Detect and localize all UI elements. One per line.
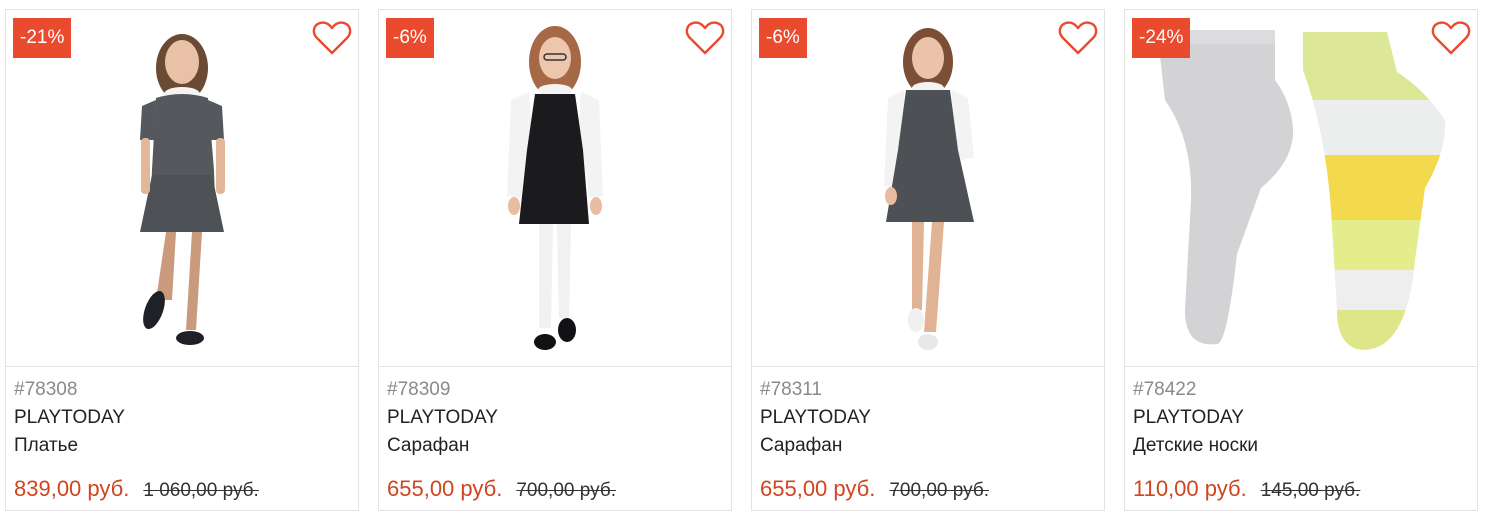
product-image[interactable]: -6% [752,10,1104,367]
discount-badge: -24% [1132,18,1191,58]
price-block: 839,00 руб. 1 060,00 руб. [14,476,259,502]
current-price: 655,00 руб. [760,476,876,501]
product-card[interactable]: -6% #78309 PLAYTODAY Сарафан 655,00 руб.… [378,9,732,511]
discount-badge: -21% [13,18,72,58]
old-price: 700,00 руб. [889,480,989,501]
girl-in-black-sarafan-photo [507,26,603,350]
heart-outline-icon[interactable] [312,20,352,56]
product-grid: -21% #78308 PLAYTODAY Платье 839,00 руб.… [0,0,1506,514]
product-title[interactable]: Платье [14,432,350,460]
discount-badge: -6% [759,18,807,58]
product-image[interactable]: -24% [1125,10,1477,367]
heart-outline-icon[interactable] [1058,20,1098,56]
product-title[interactable]: Сарафан [760,432,1096,460]
current-price: 839,00 руб. [14,476,130,501]
price-block: 110,00 руб. 145,00 руб. [1133,476,1360,502]
price-block: 655,00 руб. 700,00 руб. [387,476,616,502]
old-price: 145,00 руб. [1260,480,1361,501]
product-brand: PLAYTODAY [760,407,871,428]
product-info: #78309 PLAYTODAY Сарафан [387,376,723,460]
product-info: #78311 PLAYTODAY Сарафан [760,376,1096,460]
product-sku: #78422 [1133,379,1197,400]
product-card[interactable]: -21% #78308 PLAYTODAY Платье 839,00 руб.… [5,9,359,511]
current-price: 110,00 руб. [1133,476,1247,501]
product-title[interactable]: Сарафан [387,432,723,460]
discount-badge: -6% [386,18,434,58]
girl-in-grey-sarafan-photo [884,28,974,350]
product-sku: #78309 [387,379,451,400]
kids-socks-photo [1157,30,1446,350]
product-image[interactable]: -21% [6,10,358,367]
price-block: 655,00 руб. 700,00 руб. [760,476,989,502]
product-brand: PLAYTODAY [1133,407,1244,428]
product-info: #78422 PLAYTODAY Детские носки [1133,376,1469,460]
product-sku: #78308 [14,379,78,400]
old-price: 1 060,00 руб. [143,480,259,501]
product-image[interactable]: -6% [379,10,731,367]
heart-outline-icon[interactable] [1431,20,1471,56]
product-sku: #78311 [760,379,822,400]
product-info: #78308 PLAYTODAY Платье [14,376,350,460]
old-price: 700,00 руб. [516,480,616,501]
product-card[interactable]: -6% #78311 PLAYTODAY Сарафан 655,00 руб.… [751,9,1105,511]
heart-outline-icon[interactable] [685,20,725,56]
product-card[interactable]: -24% #78422 PLAYTODAY Детские носки 110,… [1124,9,1478,511]
product-title[interactable]: Детские носки [1133,432,1469,460]
product-brand: PLAYTODAY [387,407,498,428]
girl-in-dress-photo [140,34,225,345]
product-brand: PLAYTODAY [14,407,125,428]
current-price: 655,00 руб. [387,476,503,501]
